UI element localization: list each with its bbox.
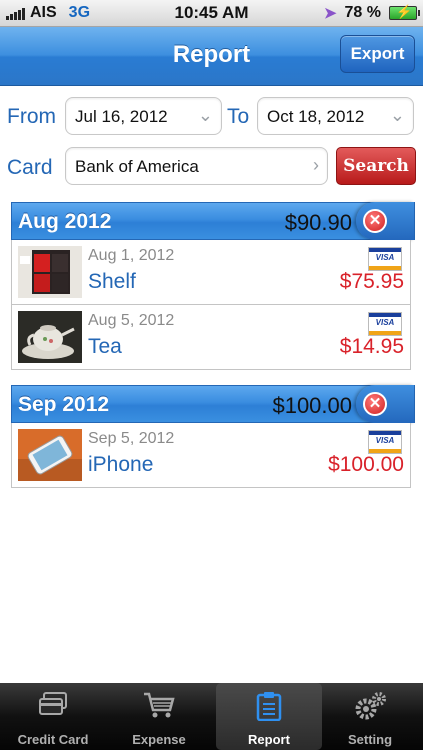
visa-icon: VISA bbox=[368, 312, 402, 336]
item-name: Shelf bbox=[88, 270, 136, 293]
section-header: Sep 2012 $100.00 ✕ bbox=[11, 385, 415, 423]
chevron-down-icon: ⌄ bbox=[389, 105, 405, 125]
item-date: Sep 5, 2012 bbox=[88, 430, 175, 447]
tab-label: Expense bbox=[132, 732, 186, 747]
close-icon: ✕ bbox=[363, 392, 387, 416]
from-label: From bbox=[7, 105, 56, 128]
tab-setting[interactable]: Setting bbox=[317, 683, 423, 750]
section-month: Sep 2012 bbox=[18, 393, 110, 416]
list-item[interactable]: Sep 5, 2012 iPhone $100.00 VISA bbox=[11, 423, 411, 488]
item-amount: $75.95 bbox=[339, 270, 404, 293]
tab-label: Credit Card bbox=[17, 732, 89, 747]
item-photo bbox=[18, 429, 82, 481]
card-label: Card bbox=[7, 156, 53, 179]
to-date-field[interactable]: Oct 18, 2012 ⌄ bbox=[257, 97, 414, 135]
delete-section-button[interactable]: ✕ bbox=[356, 202, 414, 240]
tab-label: Report bbox=[248, 732, 290, 747]
close-icon: ✕ bbox=[363, 209, 387, 233]
chevron-down-icon: ⌄ bbox=[197, 105, 213, 125]
to-date-value: Oct 18, 2012 bbox=[267, 107, 365, 126]
clipboard-icon bbox=[216, 691, 322, 728]
to-label: To bbox=[227, 105, 250, 128]
list-item[interactable]: Aug 1, 2012 Shelf $75.95 VISA bbox=[11, 240, 411, 305]
search-button[interactable]: Search bbox=[336, 147, 416, 185]
visa-icon: VISA bbox=[368, 247, 402, 271]
item-photo bbox=[18, 311, 82, 363]
status-bar: AIS 3G 10:45 AM ➤ 78 % ⚡ bbox=[0, 0, 423, 27]
gears-icon bbox=[317, 691, 423, 728]
item-photo bbox=[18, 246, 82, 298]
visa-icon: VISA bbox=[368, 430, 402, 454]
tab-report[interactable]: Report bbox=[216, 683, 322, 750]
item-amount: $14.95 bbox=[339, 335, 404, 358]
delete-section-button[interactable]: ✕ bbox=[356, 385, 414, 423]
section-total: $90.90 bbox=[284, 210, 352, 235]
battery-percent: 78 % bbox=[344, 4, 381, 21]
location-icon: ➤ bbox=[323, 5, 337, 22]
item-date: Aug 5, 2012 bbox=[88, 312, 175, 329]
tab-expense[interactable]: Expense bbox=[106, 683, 212, 750]
tab-credit-card[interactable]: Credit Card bbox=[0, 683, 106, 750]
section-header: Aug 2012 $90.90 ✕ bbox=[11, 202, 415, 240]
credit-card-icon bbox=[0, 691, 106, 724]
nav-bar: Report Export bbox=[0, 27, 423, 86]
item-name: Tea bbox=[88, 335, 122, 358]
item-amount: $100.00 bbox=[328, 453, 404, 476]
tab-bar: Credit Card Expense Report Setting bbox=[0, 683, 423, 750]
card-value: Bank of America bbox=[75, 157, 199, 176]
battery-icon: ⚡ bbox=[389, 4, 420, 20]
from-date-value: Jul 16, 2012 bbox=[75, 107, 168, 126]
cart-icon bbox=[106, 691, 212, 726]
card-select-field[interactable]: Bank of America › bbox=[65, 147, 328, 185]
chevron-right-icon: › bbox=[313, 155, 319, 175]
list-item[interactable]: Aug 5, 2012 Tea $14.95 VISA bbox=[11, 305, 411, 370]
item-date: Aug 1, 2012 bbox=[88, 247, 175, 264]
section-total: $100.00 bbox=[272, 393, 352, 418]
item-name: iPhone bbox=[88, 453, 154, 476]
from-date-field[interactable]: Jul 16, 2012 ⌄ bbox=[65, 97, 222, 135]
tab-label: Setting bbox=[347, 732, 393, 747]
export-button[interactable]: Export bbox=[340, 35, 415, 73]
section-month: Aug 2012 bbox=[18, 210, 112, 233]
